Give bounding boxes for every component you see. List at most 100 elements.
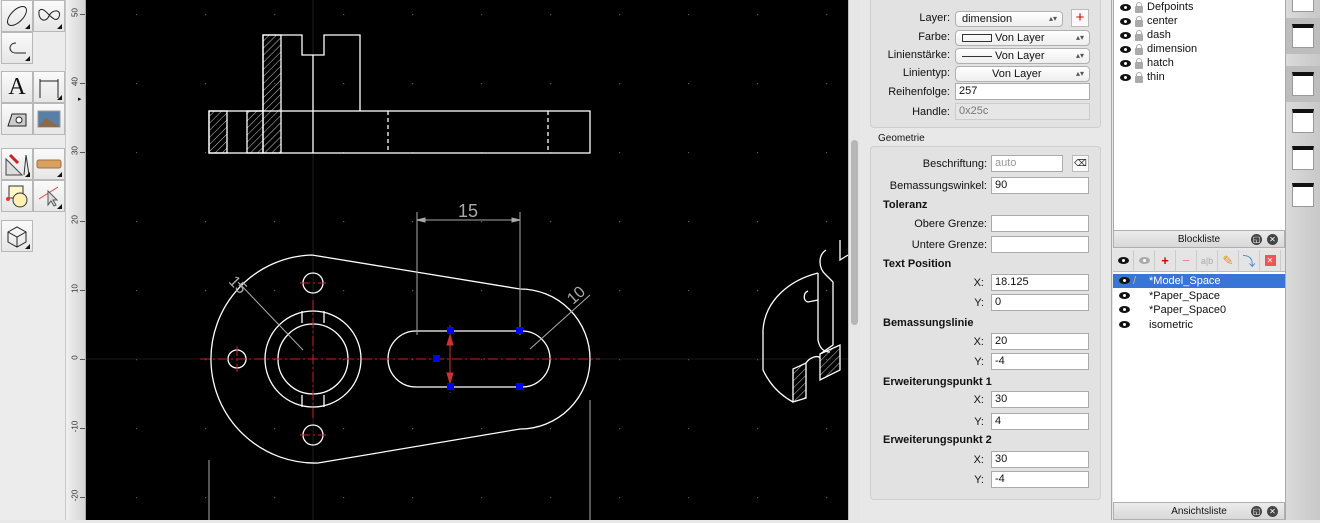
float-icon[interactable]: ◱ — [1251, 506, 1262, 517]
select-tool-button[interactable] — [33, 180, 65, 212]
measure-tool-button[interactable] — [33, 148, 65, 180]
lock-icon[interactable] — [1135, 15, 1143, 27]
ruler-label: -20 — [70, 489, 80, 502]
dimension-line-x-input[interactable]: 20 — [991, 333, 1089, 350]
hide-all-blocks-button[interactable] — [1134, 250, 1155, 271]
ruler-label: 30 — [70, 146, 80, 155]
color-value: Von Layer — [995, 32, 1045, 44]
edit-block-icon[interactable]: ✎ — [1218, 250, 1239, 271]
extension-point-1-y-input[interactable]: 4 — [991, 413, 1089, 430]
ruler-marker-icon: ▸ — [78, 96, 82, 103]
text-tool-button[interactable]: A — [1, 71, 33, 103]
canvas-vertical-scrollbar[interactable] — [848, 0, 860, 520]
geometry-title: Geometrie — [878, 133, 925, 144]
lineweight-value: Von Layer — [995, 50, 1045, 62]
eye-icon[interactable] — [1120, 45, 1131, 53]
layer-item[interactable]: Defpoints — [1120, 0, 1280, 14]
text-position-x-input[interactable]: 18.125 — [991, 274, 1089, 291]
dimension-line-heading: Bemassungslinie — [883, 317, 974, 329]
lock-icon[interactable] — [1135, 71, 1143, 83]
eye-icon[interactable] — [1119, 306, 1130, 313]
eye-icon[interactable] — [1120, 17, 1131, 25]
layer-item[interactable]: hatch — [1120, 56, 1280, 70]
layer-item[interactable]: dash — [1120, 28, 1280, 42]
block-tool-button[interactable] — [1, 220, 33, 252]
color-select[interactable]: Von Layer ▴▾ — [955, 30, 1090, 46]
scrollbar-thumb[interactable] — [851, 140, 858, 325]
tolerance-heading: Toleranz — [883, 199, 928, 211]
angle-input[interactable]: 90 — [991, 177, 1089, 194]
block-item[interactable]: *Paper_Space — [1113, 289, 1285, 303]
eye-off-icon — [1138, 257, 1150, 264]
eye-icon[interactable] — [1119, 277, 1130, 284]
show-all-blocks-button[interactable] — [1113, 250, 1134, 271]
library-toggle-icon[interactable] — [1292, 109, 1314, 133]
vertical-ruler: 50 40 30 20 10 0 -10 -20 ▸ — [66, 0, 86, 520]
extension-point-2-y-input[interactable]: -4 — [991, 471, 1089, 488]
command-line-toggle-icon[interactable] — [1292, 183, 1314, 207]
order-input[interactable]: 257 — [955, 83, 1090, 100]
eye-icon[interactable] — [1119, 321, 1130, 328]
dimension-line-y-input[interactable]: -4 — [991, 353, 1089, 370]
upper-limit-label: Obere Grenze: — [914, 218, 987, 230]
lock-icon[interactable] — [1135, 43, 1143, 55]
property-editor-toggle-icon[interactable] — [1292, 72, 1314, 96]
close-icon[interactable]: ✕ — [1267, 234, 1278, 245]
layer-list-toggle-icon[interactable] — [1292, 24, 1314, 48]
layer-name: dash — [1147, 29, 1171, 41]
delete-block-button[interactable]: ✕ — [1260, 250, 1281, 271]
dock-toggle-icon[interactable] — [1292, 0, 1314, 12]
clear-label-button[interactable]: ⌫ — [1072, 155, 1089, 172]
modify-tool-button[interactable] — [1, 180, 33, 212]
block-item-selected[interactable]: / *Model_Space — [1113, 274, 1285, 288]
lower-limit-input[interactable] — [991, 236, 1089, 253]
insert-block-icon[interactable]: ⤵ — [1239, 250, 1260, 271]
layer-item[interactable]: dimension — [1120, 42, 1280, 56]
block-item[interactable]: isometric — [1113, 318, 1285, 332]
eye-icon[interactable] — [1120, 3, 1131, 11]
drafting-tools-button[interactable] — [1, 148, 33, 180]
lineweight-label: Linienstärke: — [887, 49, 950, 61]
remove-block-button[interactable]: − — [1176, 250, 1197, 271]
block-item[interactable]: *Paper_Space0 — [1113, 303, 1285, 317]
polyline-tool-button[interactable] — [1, 32, 33, 64]
lock-icon[interactable] — [1135, 29, 1143, 41]
spline-tool-button[interactable] — [33, 0, 65, 32]
drawing-svg: 15 15 10 — [86, 0, 849, 520]
close-icon[interactable]: ✕ — [1267, 506, 1278, 517]
ruler-label: 40 — [70, 77, 80, 86]
layer-select[interactable]: dimension ▴▾ — [955, 11, 1063, 27]
add-block-button[interactable]: + — [1155, 250, 1176, 271]
lock-icon[interactable] — [1135, 57, 1143, 69]
eye-icon[interactable] — [1120, 31, 1131, 39]
extension-point-1-x-input[interactable]: 30 — [991, 391, 1089, 408]
hatch-tool-button[interactable] — [1, 103, 33, 135]
pencil-icon: / — [1133, 275, 1137, 287]
block-name: *Paper_Space0 — [1149, 304, 1227, 316]
image-tool-button[interactable] — [33, 103, 65, 135]
dimension-tool-button[interactable] — [33, 71, 65, 103]
extension-point-2-x-input[interactable]: 30 — [991, 451, 1089, 468]
upper-limit-input[interactable] — [991, 215, 1089, 232]
float-icon[interactable]: ◱ — [1251, 234, 1262, 245]
rename-block-button[interactable]: a|b — [1197, 250, 1218, 271]
eye-icon[interactable] — [1119, 292, 1130, 299]
add-layer-button[interactable]: + — [1071, 9, 1089, 27]
lock-icon[interactable] — [1135, 1, 1143, 13]
layer-item[interactable]: center — [1120, 14, 1280, 28]
dimension-text-linear[interactable]: 15 — [458, 201, 478, 221]
drawing-canvas[interactable]: 15 15 10 — [86, 0, 849, 520]
layer-item[interactable]: thin — [1120, 70, 1280, 84]
eye-icon[interactable] — [1120, 59, 1131, 67]
ellipse-tool-button[interactable] — [1, 0, 33, 32]
text-position-y-input[interactable]: 0 — [991, 294, 1089, 311]
x-label: X: — [973, 277, 984, 289]
text-icon: A — [8, 73, 26, 100]
linetype-select[interactable]: Von Layer ▴▾ — [955, 66, 1090, 82]
lineweight-select[interactable]: Von Layer ▴▾ — [955, 48, 1090, 64]
layer-list: Defpoints center dash dimension hatch th… — [1113, 0, 1285, 230]
clipboard-toggle-icon[interactable] — [1292, 146, 1314, 170]
label-input[interactable]: auto — [991, 155, 1063, 172]
property-editor: Layer: dimension ▴▾ + Farbe: Von Layer ▴▾ … — [860, 0, 1112, 520]
eye-icon[interactable] — [1120, 73, 1131, 81]
